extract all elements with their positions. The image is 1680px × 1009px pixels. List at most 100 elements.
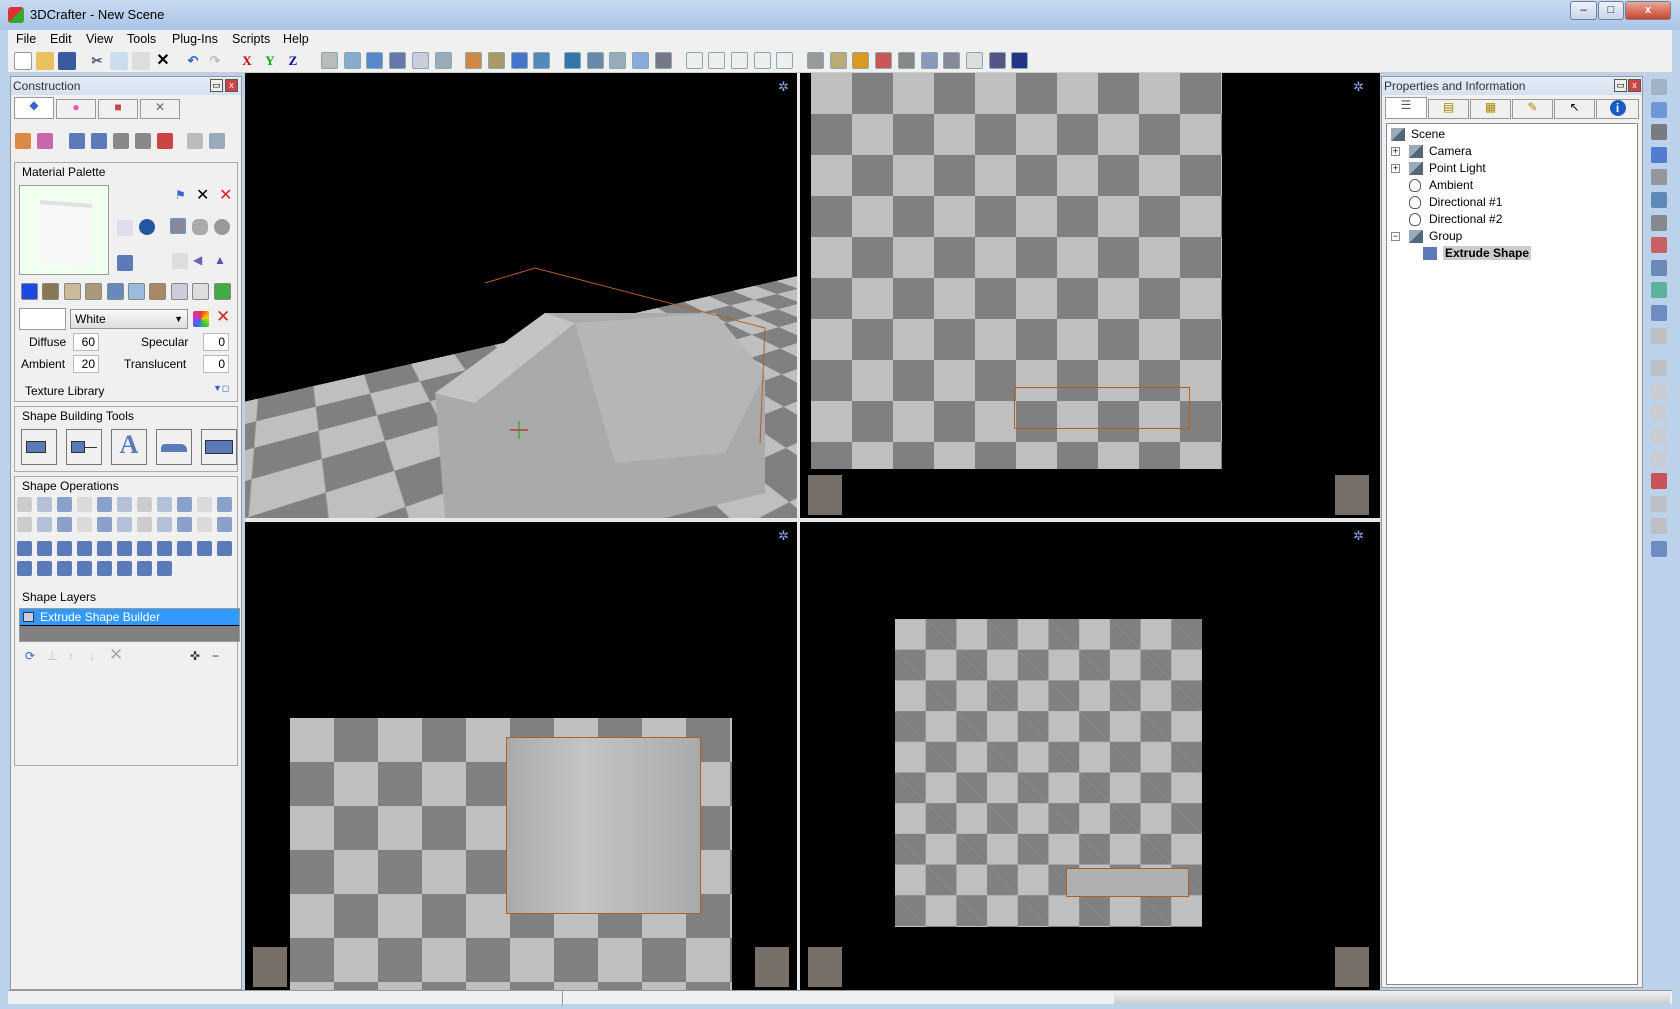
construct-tool-icon[interactable]	[15, 133, 31, 149]
delete-layer-icon[interactable]: ✕	[109, 645, 123, 665]
toolbar-tool-icon[interactable]	[943, 52, 961, 69]
right-tool-icon[interactable]	[1651, 360, 1667, 377]
toolbar-tool-icon[interactable]	[411, 52, 429, 69]
toolbar-tool-icon[interactable]	[920, 52, 938, 69]
paste-icon[interactable]	[132, 52, 150, 70]
z-axis-button[interactable]: Z	[284, 52, 302, 70]
merge-icon[interactable]: ⊥	[47, 649, 57, 663]
tree-item[interactable]: + Camera	[1391, 143, 1472, 160]
viewport-settings-icon[interactable]: ✲	[778, 528, 789, 544]
toolbar-tool-icon[interactable]	[533, 52, 551, 69]
shape-operation-icon[interactable]	[157, 497, 172, 512]
lathe-tool-button[interactable]	[21, 429, 57, 465]
shape-operation-icon[interactable]	[117, 497, 132, 512]
ambient-input[interactable]: 20	[73, 355, 99, 373]
shape-operation-icon[interactable]	[77, 497, 92, 512]
shape-operation-icon[interactable]	[57, 517, 72, 532]
toolbar-tool-icon[interactable]	[730, 52, 748, 69]
tools-tab[interactable]: ✕	[140, 99, 180, 119]
copy-icon[interactable]	[110, 52, 128, 70]
close-panel-button[interactable]: x	[1628, 79, 1641, 92]
color-select[interactable]: White ▼	[70, 309, 188, 329]
shape-operation-icon[interactable]	[137, 541, 152, 556]
shape-operation-icon[interactable]	[17, 497, 32, 512]
construct-tool-icon[interactable]	[69, 133, 85, 149]
properties-icon[interactable]	[117, 220, 133, 236]
restore-panel-button[interactable]: ▭	[1614, 79, 1627, 92]
tree-item[interactable]: Ambient	[1409, 177, 1473, 194]
material-type-tab[interactable]	[42, 283, 60, 300]
material-type-tab[interactable]	[21, 283, 38, 300]
menu-file[interactable]: File	[16, 32, 36, 46]
open-icon[interactable]	[36, 52, 54, 70]
shape-operation-icon[interactable]	[37, 541, 52, 556]
shape-operation-icon[interactable]	[77, 561, 92, 576]
right-tool-icon[interactable]	[1651, 214, 1667, 231]
shape-operation-icon[interactable]	[17, 561, 32, 576]
toolbar-tool-icon[interactable]	[586, 52, 604, 69]
toolbar-tool-icon[interactable]	[564, 52, 581, 69]
color-grid-icon[interactable]	[193, 311, 209, 327]
add-layer-icon[interactable]: ✜	[190, 649, 200, 663]
delete-material-icon[interactable]: ✕	[219, 185, 232, 205]
construct-tool-icon[interactable]	[91, 133, 107, 149]
material-type-tab[interactable]	[149, 283, 167, 300]
right-tool-icon[interactable]	[1651, 101, 1667, 118]
shape-operation-icon[interactable]	[57, 541, 72, 556]
shape-operation-icon[interactable]	[197, 541, 212, 556]
minimize-button[interactable]: –	[1570, 1, 1597, 20]
right-tool-icon[interactable]	[1651, 541, 1667, 557]
construct-tool-icon[interactable]	[113, 133, 129, 149]
right-tool-icon[interactable]	[1651, 282, 1667, 299]
shape-operation-icon[interactable]	[197, 517, 212, 532]
viewport-top[interactable]: ✲	[800, 73, 1380, 518]
properties-tab[interactable]: ▦	[1470, 99, 1511, 119]
terrain-tool-button[interactable]	[156, 429, 192, 465]
right-tool-icon[interactable]	[1651, 79, 1667, 95]
script-tab[interactable]: ✎	[1512, 99, 1553, 119]
tree-item[interactable]: Directional #2	[1409, 211, 1502, 228]
shape-operation-icon[interactable]	[37, 517, 52, 532]
toolbar-tool-icon[interactable]	[434, 52, 452, 69]
viewport-settings-icon[interactable]: ✲	[778, 79, 789, 95]
color-tab[interactable]: ●	[56, 99, 96, 119]
sphere-icon[interactable]	[214, 219, 230, 235]
cone-icon[interactable]: ◀	[193, 253, 209, 269]
toolbar-tool-icon[interactable]	[776, 52, 794, 69]
expand-toggle-icon[interactable]: +	[1391, 147, 1400, 156]
cut-icon[interactable]: ✂	[88, 52, 106, 70]
tree-item[interactable]: − Group	[1391, 228, 1462, 245]
toolbar-tool-icon[interactable]	[685, 52, 703, 69]
viewport-front[interactable]: ✲	[245, 522, 797, 990]
right-tool-icon[interactable]	[1651, 305, 1667, 321]
right-tool-icon[interactable]	[1651, 473, 1667, 490]
tree-item[interactable]: Scene	[1391, 126, 1445, 143]
menu-tools[interactable]: Tools	[127, 32, 156, 46]
shape-operation-icon[interactable]	[57, 561, 72, 576]
toolbar-tool-icon[interactable]	[654, 52, 672, 69]
menu-plugins[interactable]: Plug-Ins	[172, 32, 218, 46]
shape-operation-icon[interactable]	[217, 541, 232, 556]
shape-operation-icon[interactable]	[97, 561, 112, 576]
material-type-tab[interactable]	[63, 283, 81, 300]
shape-operation-icon[interactable]	[17, 541, 32, 556]
info-tab[interactable]: i	[1596, 99, 1639, 119]
right-tool-icon[interactable]	[1651, 327, 1667, 344]
move-up-icon[interactable]: ↑	[68, 649, 74, 663]
toolbar-tool-icon[interactable]	[343, 52, 361, 69]
objects-tab[interactable]: ■	[98, 99, 138, 119]
construct-tool-icon[interactable]	[37, 133, 53, 149]
close-panel-button[interactable]: x	[225, 79, 238, 92]
extrude-tool-button[interactable]	[66, 429, 102, 465]
right-tool-icon[interactable]	[1651, 450, 1667, 467]
layers-tab[interactable]: ▤	[1428, 99, 1469, 119]
help-icon[interactable]	[139, 219, 155, 235]
menu-view[interactable]: View	[86, 32, 113, 46]
tree-item[interactable]: Directional #1	[1409, 194, 1502, 211]
right-tool-icon[interactable]	[1651, 237, 1667, 254]
construct-tool-icon[interactable]	[187, 133, 203, 149]
right-tool-icon[interactable]	[1651, 124, 1667, 141]
shape-operation-icon[interactable]	[97, 497, 112, 512]
toolbar-tool-icon[interactable]	[321, 52, 338, 69]
layers-icon[interactable]	[170, 218, 186, 234]
